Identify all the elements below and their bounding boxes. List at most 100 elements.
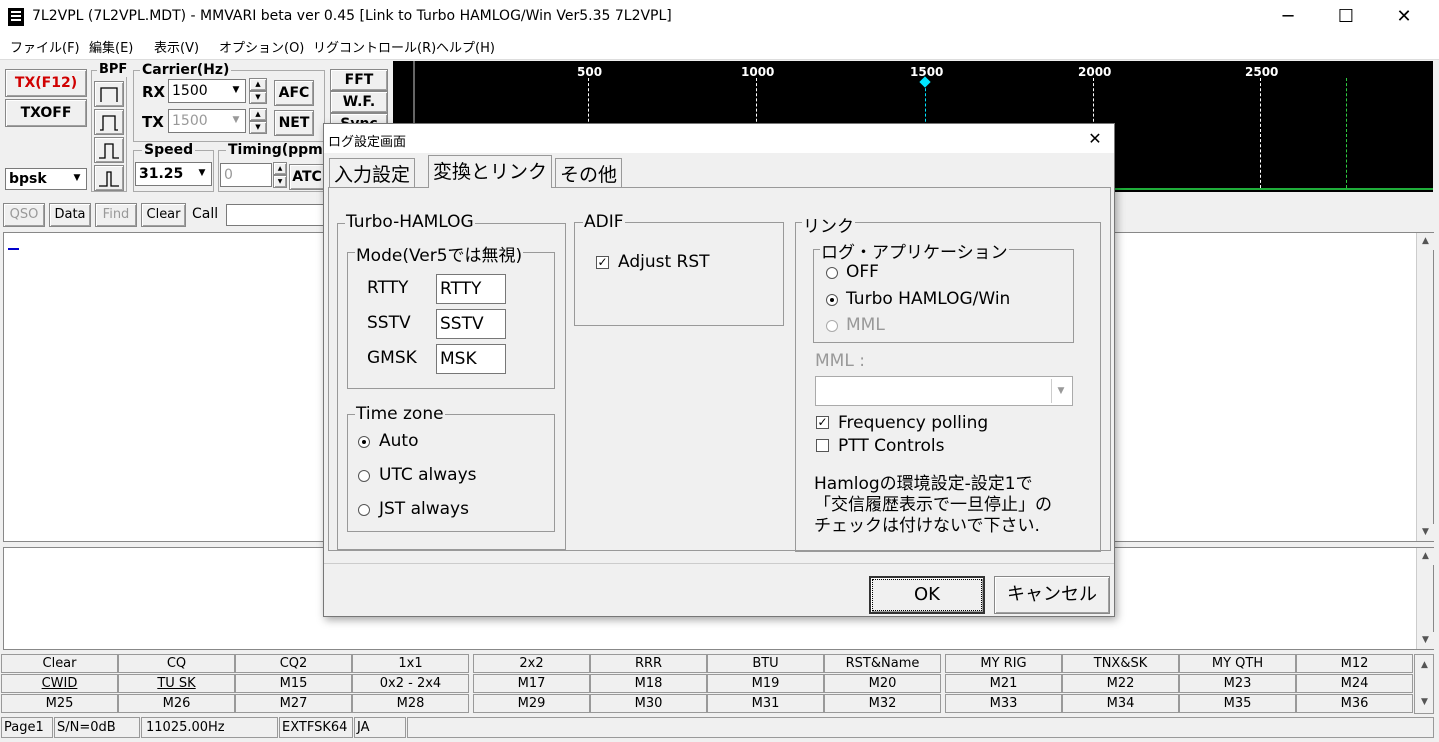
tx-frequency-input[interactable]: 1500 ▼ (168, 109, 246, 133)
macro-scrollbar[interactable]: ▲ ▼ (1414, 654, 1434, 714)
macro-button[interactable]: M22 (1062, 674, 1179, 693)
macro-button[interactable]: M24 (1296, 674, 1413, 693)
tab-input-settings[interactable]: 入力設定 (329, 158, 416, 187)
timing-input[interactable]: 0 (220, 163, 272, 187)
chevron-down-icon[interactable]: ▼ (69, 170, 85, 188)
macro-button[interactable]: BTU (707, 654, 824, 673)
timing-up-arrow-icon[interactable]: ▲ (273, 162, 287, 175)
macro-button[interactable]: M15 (235, 674, 352, 693)
scroll-up-icon[interactable]: ▲ (1416, 657, 1433, 674)
macro-button[interactable]: M26 (118, 694, 235, 713)
clear-button[interactable]: Clear (141, 203, 186, 227)
macro-button[interactable]: M18 (590, 674, 707, 693)
menu-options[interactable]: オプション(O) (219, 37, 304, 56)
macro-button[interactable]: M31 (707, 694, 824, 713)
chevron-down-icon[interactable]: ▼ (228, 82, 244, 100)
macro-button[interactable]: M29 (473, 694, 590, 713)
gmsk-input[interactable]: MSK (436, 344, 506, 374)
rx-scrollbar[interactable]: ▲ ▼ (1416, 233, 1434, 541)
macro-button[interactable]: RRR (590, 654, 707, 673)
timezone-jst-radio[interactable] (358, 504, 370, 516)
timezone-utc-radio[interactable] (358, 470, 370, 482)
scroll-down-icon[interactable]: ▼ (1417, 524, 1434, 541)
sstv-input[interactable]: SSTV (436, 309, 506, 339)
macro-button[interactable]: M25 (1, 694, 118, 713)
call-input[interactable] (226, 204, 324, 226)
minimize-button[interactable]: ─ (1259, 0, 1317, 33)
timezone-auto-radio[interactable] (358, 436, 370, 448)
cancel-button[interactable]: キャンセル (994, 576, 1110, 614)
tab-other[interactable]: その他 (555, 158, 623, 187)
speed-select[interactable]: 31.25 ▼ (135, 162, 212, 186)
menu-edit[interactable]: 編集(E) (89, 37, 133, 56)
macro-button[interactable]: M17 (473, 674, 590, 693)
macro-button[interactable]: 2x2 (473, 654, 590, 673)
macro-button[interactable]: M12 (1296, 654, 1413, 673)
qso-button[interactable]: QSO (3, 203, 45, 227)
afc-button[interactable]: AFC (274, 80, 314, 106)
scroll-down-icon[interactable]: ▼ (1416, 694, 1433, 711)
ok-button[interactable]: OK (869, 576, 985, 614)
waterfall-button[interactable]: W.F. (330, 91, 388, 113)
macro-button[interactable]: CQ (118, 654, 235, 673)
bpf-mid-button[interactable] (94, 109, 124, 135)
txoff-button[interactable]: TXOFF (5, 99, 87, 127)
tab-conversion-link[interactable]: 変換とリンク (428, 155, 553, 188)
macro-button[interactable]: M30 (590, 694, 707, 713)
macro-button[interactable]: M27 (235, 694, 352, 713)
rtty-input[interactable]: RTTY (436, 274, 506, 304)
macro-button[interactable]: 0x2 - 2x4 (352, 674, 469, 693)
macro-button[interactable]: M34 (1062, 694, 1179, 713)
chevron-down-icon[interactable]: ▼ (1051, 379, 1070, 403)
adjust-rst-checkbox[interactable]: ✓ (596, 256, 609, 269)
macro-button[interactable]: TU SK (118, 674, 235, 693)
find-button[interactable]: Find (95, 203, 137, 227)
frequency-polling-checkbox[interactable]: ✓ (816, 416, 829, 429)
app-icon[interactable] (8, 8, 24, 26)
bpf-vnarrow-button[interactable] (94, 165, 124, 191)
mode-select[interactable]: bpsk ▼ (5, 168, 87, 190)
timing-down-arrow-icon[interactable]: ▼ (273, 175, 287, 188)
macro-button[interactable]: M33 (945, 694, 1062, 713)
macro-button[interactable]: M28 (352, 694, 469, 713)
macro-button[interactable]: M23 (1179, 674, 1296, 693)
scroll-up-icon[interactable]: ▲ (1417, 233, 1434, 250)
macro-button[interactable]: MY QTH (1179, 654, 1296, 673)
macro-button[interactable]: M32 (824, 694, 941, 713)
macro-button[interactable]: M20 (824, 674, 941, 693)
tx-up-arrow-icon[interactable]: ▲ (249, 108, 267, 121)
bpf-wide-button[interactable] (94, 81, 124, 107)
atc-button[interactable]: ATC (289, 164, 325, 190)
rx-up-arrow-icon[interactable]: ▲ (249, 78, 267, 91)
ptt-controls-checkbox[interactable] (816, 439, 829, 452)
log-app-off-radio[interactable] (826, 267, 838, 279)
data-button[interactable]: Data (49, 203, 91, 227)
maximize-button[interactable]: ☐ (1317, 0, 1375, 33)
macro-button[interactable]: Clear (1, 654, 118, 673)
macro-button[interactable]: MY RIG (945, 654, 1062, 673)
chevron-down-icon[interactable]: ▼ (228, 112, 244, 130)
rx-frequency-input[interactable]: 1500 ▼ (168, 79, 246, 103)
macro-button[interactable]: M21 (945, 674, 1062, 693)
menu-rig-control[interactable]: リグコントロール(R) (313, 37, 436, 56)
menu-view[interactable]: 表示(V) (154, 37, 199, 56)
macro-button[interactable]: M19 (707, 674, 824, 693)
dialog-close-button[interactable]: ✕ (1080, 127, 1110, 151)
macro-button[interactable]: 1x1 (352, 654, 469, 673)
scroll-up-icon[interactable]: ▲ (1417, 548, 1434, 565)
macro-button[interactable]: CWID (1, 674, 118, 693)
scroll-down-icon[interactable]: ▼ (1417, 632, 1434, 649)
rx-down-arrow-icon[interactable]: ▼ (249, 91, 267, 104)
log-app-mml-radio[interactable] (826, 320, 838, 332)
tx-down-arrow-icon[interactable]: ▼ (249, 121, 267, 134)
net-button[interactable]: NET (274, 110, 314, 136)
macro-button[interactable]: RST&Name (824, 654, 941, 673)
fft-button[interactable]: FFT (330, 69, 388, 91)
chevron-down-icon[interactable]: ▼ (194, 165, 210, 183)
tx-scrollbar[interactable]: ▲ ▼ (1416, 548, 1434, 649)
menu-file[interactable]: ファイル(F) (10, 37, 80, 56)
macro-button[interactable]: M35 (1179, 694, 1296, 713)
close-button[interactable]: ✕ (1375, 0, 1433, 33)
macro-button[interactable]: CQ2 (235, 654, 352, 673)
macro-button[interactable]: TNX&SK (1062, 654, 1179, 673)
